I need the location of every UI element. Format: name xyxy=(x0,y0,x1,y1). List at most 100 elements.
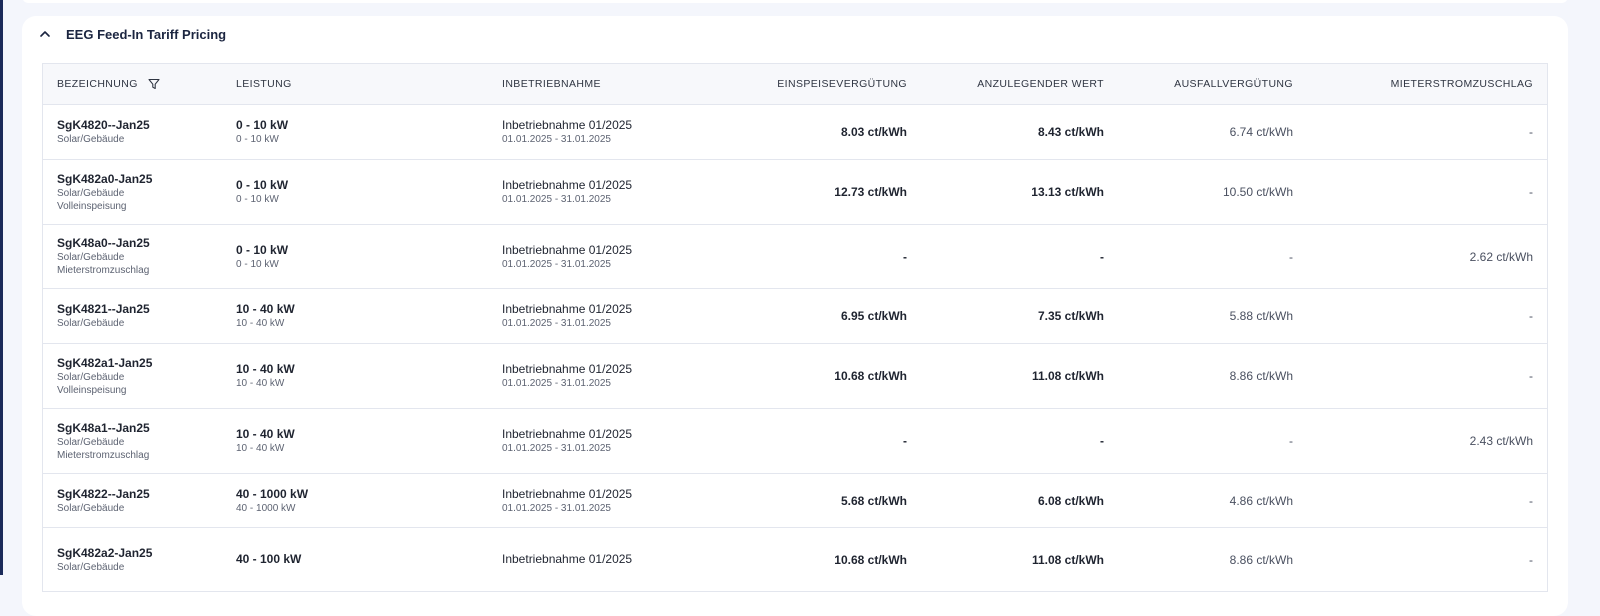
row-type: Solar/Gebäude xyxy=(57,436,125,448)
row-code: SgK482a2-Jan25 xyxy=(57,545,153,560)
table-row[interactable]: SgK48a1--Jan25 Solar/Gebäude Mieterstrom… xyxy=(43,408,1547,474)
row-period: 01.01.2025 - 31.01.2025 xyxy=(502,134,611,145)
table-body: SgK4820--Jan25 Solar/Gebäude 0 - 10 kW 0… xyxy=(43,104,1547,592)
table-header: BEZEICHNUNG LEISTUNG INBETRIEBNAHME EINS… xyxy=(43,64,1547,105)
cell-ausfallverguetung: 8.86 ct/kWh xyxy=(1118,527,1307,592)
row-period: 01.01.2025 - 31.01.2025 xyxy=(502,194,611,205)
cell-leistung: 10 - 40 kW 10 - 40 kW xyxy=(222,343,488,409)
column-header-anzulegender-wert[interactable]: ANZULEGENDER WERT xyxy=(921,64,1118,105)
einspeise-value: - xyxy=(903,249,907,264)
cell-inbetriebnahme: Inbetriebnahme 01/2025 01.01.2025 - 31.0… xyxy=(488,159,721,225)
cell-ausfallverguetung: - xyxy=(1118,408,1307,474)
cell-einspeiseverguetung: 12.73 ct/kWh xyxy=(721,159,921,225)
cell-einspeiseverguetung: 5.68 ct/kWh xyxy=(721,473,921,528)
row-commission: Inbetriebnahme 01/2025 xyxy=(502,427,633,441)
filter-icon[interactable] xyxy=(148,78,160,90)
cell-anzulegender-wert: 13.13 ct/kWh xyxy=(921,159,1118,225)
mieterstrom-value: - xyxy=(1529,185,1533,199)
cell-leistung: 0 - 10 kW 0 - 10 kW xyxy=(222,159,488,225)
cell-ausfallverguetung: 10.50 ct/kWh xyxy=(1118,159,1307,225)
row-commission: Inbetriebnahme 01/2025 xyxy=(502,552,633,566)
mieterstrom-value: - xyxy=(1529,369,1533,383)
cell-leistung: 10 - 40 kW 10 - 40 kW xyxy=(222,288,488,344)
column-header-ausfallverguetung[interactable]: AUSFALLVERGÜTUNG xyxy=(1118,64,1307,105)
row-power-sub: 10 - 40 kW xyxy=(236,443,285,454)
cell-anzulegender-wert: - xyxy=(921,408,1118,474)
cell-mieterstromzuschlag: - xyxy=(1307,288,1547,344)
ausfall-value: 5.88 ct/kWh xyxy=(1229,309,1293,323)
row-period: 01.01.2025 - 31.01.2025 xyxy=(502,502,611,514)
row-power: 10 - 40 kW xyxy=(236,427,295,441)
row-commission: Inbetriebnahme 01/2025 xyxy=(502,178,633,192)
row-code: SgK48a0--Jan25 xyxy=(57,236,150,250)
cell-bezeichnung: SgK48a0--Jan25 Solar/Gebäude Mieterstrom… xyxy=(43,224,222,289)
einspeise-value: - xyxy=(903,434,907,448)
chevron-up-icon[interactable] xyxy=(38,27,52,41)
table-row[interactable]: SgK4822--Jan25 Solar/Gebäude 40 - 1000 k… xyxy=(43,473,1547,528)
cell-einspeiseverguetung: 10.68 ct/kWh xyxy=(721,527,921,592)
cell-leistung: 10 - 40 kW 10 - 40 kW xyxy=(222,408,488,474)
column-header-inbetriebnahme[interactable]: INBETRIEBNAHME xyxy=(488,64,721,105)
column-header-leistung[interactable]: LEISTUNG xyxy=(222,64,488,105)
row-power: 10 - 40 kW xyxy=(236,302,295,316)
table-row[interactable]: SgK482a1-Jan25 Solar/Gebäude Volleinspei… xyxy=(43,343,1547,409)
column-header-einspeiseverguetung[interactable]: EINSPEISEVERGÜTUNG xyxy=(721,64,921,105)
cell-ausfallverguetung: 5.88 ct/kWh xyxy=(1118,288,1307,344)
cell-leistung: 40 - 1000 kW 40 - 1000 kW xyxy=(222,473,488,528)
row-commission: Inbetriebnahme 01/2025 xyxy=(502,362,633,376)
cell-anzulegender-wert: 7.35 ct/kWh xyxy=(921,288,1118,344)
mieterstrom-value: - xyxy=(1529,493,1533,508)
cell-anzulegender-wert: 11.08 ct/kWh xyxy=(921,527,1118,592)
anzulegender-value: 8.43 ct/kWh xyxy=(1037,125,1104,139)
cell-bezeichnung: SgK482a2-Jan25 Solar/Gebäude xyxy=(43,527,222,592)
table-row[interactable]: SgK482a2-Jan25 Solar/Gebäude 40 - 100 kW… xyxy=(43,527,1547,592)
cell-mieterstromzuschlag: - xyxy=(1307,343,1547,409)
row-power-sub: 0 - 10 kW xyxy=(236,194,279,205)
row-power: 0 - 10 kW xyxy=(236,178,289,192)
cell-anzulegender-wert: - xyxy=(921,224,1118,289)
row-type: Solar/Gebäude xyxy=(57,134,125,145)
row-power: 0 - 10 kW xyxy=(236,242,289,257)
cell-einspeiseverguetung: 8.03 ct/kWh xyxy=(721,104,921,160)
cell-bezeichnung: SgK4821--Jan25 Solar/Gebäude xyxy=(43,288,222,344)
cell-anzulegender-wert: 6.08 ct/kWh xyxy=(921,473,1118,528)
table-row[interactable]: SgK482a0-Jan25 Solar/Gebäude Volleinspei… xyxy=(43,159,1547,225)
previous-card-edge xyxy=(22,0,1568,3)
ausfall-value: - xyxy=(1289,249,1293,264)
cell-bezeichnung: SgK4822--Jan25 Solar/Gebäude xyxy=(43,473,222,528)
ausfall-value: 8.86 ct/kWh xyxy=(1229,552,1293,567)
cell-mieterstromzuschlag: - xyxy=(1307,527,1547,592)
cell-bezeichnung: SgK482a1-Jan25 Solar/Gebäude Volleinspei… xyxy=(43,343,222,409)
anzulegender-value: 11.08 ct/kWh xyxy=(1031,552,1104,567)
row-commission: Inbetriebnahme 01/2025 xyxy=(502,118,633,132)
row-code: SgK4822--Jan25 xyxy=(57,486,150,501)
table-row[interactable]: SgK4820--Jan25 Solar/Gebäude 0 - 10 kW 0… xyxy=(43,104,1547,160)
left-rail xyxy=(0,0,3,575)
cell-ausfallverguetung: - xyxy=(1118,224,1307,289)
cell-ausfallverguetung: 6.74 ct/kWh xyxy=(1118,104,1307,160)
cell-leistung: 0 - 10 kW 0 - 10 kW xyxy=(222,224,488,289)
cell-bezeichnung: SgK4820--Jan25 Solar/Gebäude xyxy=(43,104,222,160)
einspeise-value: 10.68 ct/kWh xyxy=(834,552,907,567)
table-row[interactable]: SgK48a0--Jan25 Solar/Gebäude Mieterstrom… xyxy=(43,224,1547,289)
row-type: Solar/Gebäude xyxy=(57,187,125,199)
einspeise-value: 8.03 ct/kWh xyxy=(840,125,907,139)
row-code: SgK482a0-Jan25 xyxy=(57,171,153,186)
row-type: Solar/Gebäude xyxy=(57,252,125,263)
cell-leistung: 40 - 100 kW xyxy=(222,527,488,592)
column-header-bezeichnung[interactable]: BEZEICHNUNG xyxy=(43,64,222,105)
row-type: Solar/Gebäude xyxy=(57,318,125,329)
table-row[interactable]: SgK4821--Jan25 Solar/Gebäude 10 - 40 kW … xyxy=(43,288,1547,344)
cell-ausfallverguetung: 8.86 ct/kWh xyxy=(1118,343,1307,409)
row-period: 01.01.2025 - 31.01.2025 xyxy=(502,318,611,329)
row-type: Solar/Gebäude xyxy=(57,371,125,383)
column-header-mieterstromzuschlag[interactable]: MIETERSTROMZUSCHLAG xyxy=(1307,64,1547,105)
row-power: 40 - 100 kW xyxy=(236,552,302,566)
row-commission: Inbetriebnahme 01/2025 xyxy=(502,242,633,257)
row-type: Solar/Gebäude xyxy=(57,502,125,514)
row-power-sub: 10 - 40 kW xyxy=(236,318,285,329)
cell-inbetriebnahme: Inbetriebnahme 01/2025 xyxy=(488,527,721,592)
ausfall-value: 4.86 ct/kWh xyxy=(1229,493,1293,508)
section-title: EEG Feed-In Tariff Pricing xyxy=(66,26,227,42)
cell-mieterstromzuschlag: - xyxy=(1307,473,1547,528)
